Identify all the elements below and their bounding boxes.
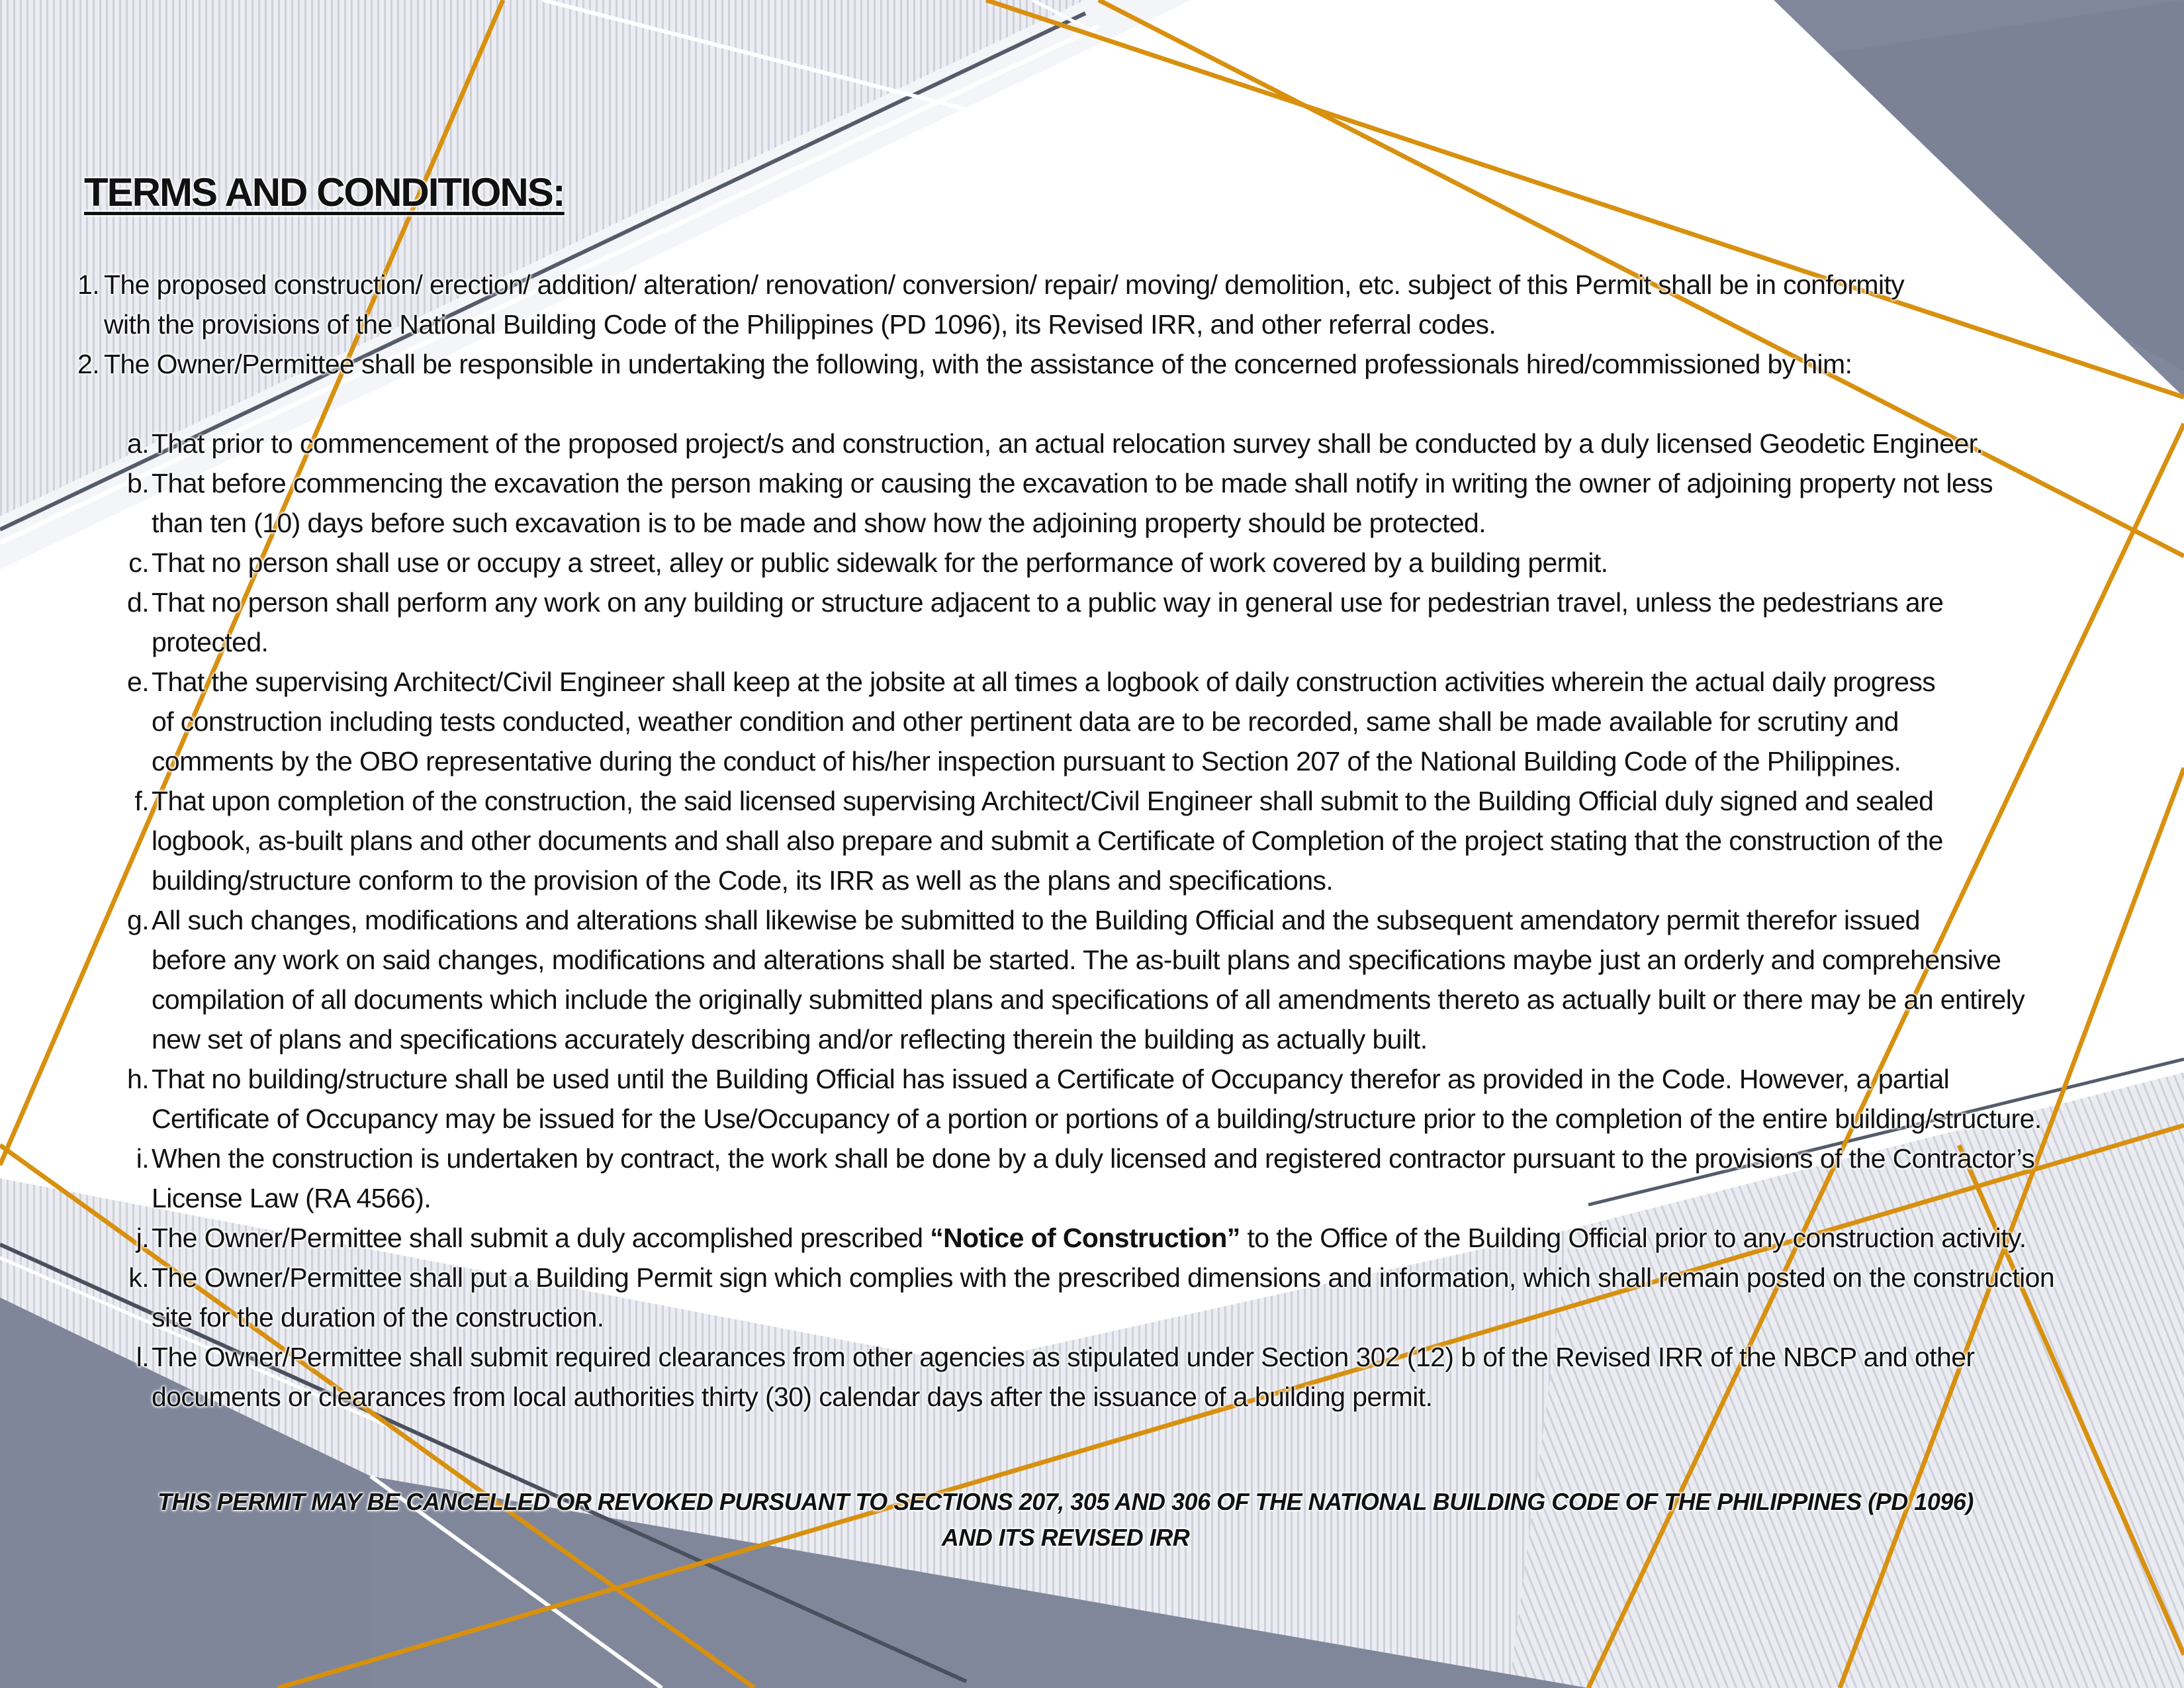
subitem-letter: c.: [128, 547, 149, 578]
subitem-text-line: That the supervising Architect/Civil Eng…: [152, 667, 1936, 697]
subitem-text-after: to the Office of the Building Official p…: [1240, 1223, 2026, 1253]
notice-line-2: AND ITS REVISED IRR: [941, 1524, 1190, 1551]
subitem-text-line: That before commencing the excavation th…: [152, 468, 1993, 498]
subitem-letter: k.: [128, 1262, 149, 1293]
item-text-line: with the provisions of the National Buil…: [104, 309, 1496, 340]
subitem-text-line: compilation of all documents which inclu…: [152, 984, 2025, 1015]
subitem-i: i. When the construction is undertaken by…: [122, 1139, 2035, 1218]
subitem-text-line: building/structure conform to the provis…: [152, 865, 1334, 896]
subitem-text-line: new set of plans and specifications accu…: [152, 1024, 1428, 1055]
subitem-d: d. That no person shall perform any work …: [122, 583, 1944, 662]
subitem-text-line: than ten (10) days before such excavatio…: [152, 508, 1486, 538]
subitem-text-line: That upon completion of the construction…: [152, 786, 1934, 816]
subitem-letter: g.: [127, 905, 150, 935]
notice-of-construction-emphasis: “Notice of Construction”: [930, 1223, 1240, 1253]
subitem-letter: a.: [127, 428, 150, 459]
subitem-h: h. That no building/structure shall be us…: [122, 1059, 2042, 1139]
subitem-text-before: The Owner/Permittee shall submit a duly …: [152, 1223, 931, 1253]
subitem-text-line: The Owner/Permittee shall submit require…: [152, 1342, 1975, 1372]
subitem-k: k. The Owner/Permittee shall put a Buildi…: [122, 1258, 2054, 1337]
subitem-text-line: License Law (RA 4566).: [152, 1183, 432, 1213]
subitem-text-line: comments by the OBO representative durin…: [152, 746, 1901, 776]
item-text-line: The proposed construction/ erection/ add…: [104, 269, 1905, 300]
subitem-text-line: The Owner/Permittee shall submit a duly …: [152, 1218, 2026, 1258]
subitem-text-line: When the construction is undertaken by c…: [152, 1143, 2035, 1174]
subitem-text-line: All such changes, modifications and alte…: [152, 905, 1921, 935]
subitem-g: g. All such changes, modifications and al…: [122, 900, 2025, 1059]
subitem-text-line: That no person shall perform any work on…: [152, 587, 1944, 618]
subitem-f: f. That upon completion of the constructi…: [122, 781, 1943, 900]
subitem-text-line: protected.: [152, 627, 269, 657]
subitem-text-line: site for the duration of the constructio…: [152, 1302, 604, 1333]
subitem-c: c. That no person shall use or occupy a s…: [122, 543, 1608, 583]
subitem-letter: j.: [136, 1223, 150, 1253]
subitem-j: j. The Owner/Permittee shall submit a dul…: [122, 1218, 2026, 1258]
item-number: 1.: [77, 269, 100, 300]
subitem-letter: h.: [127, 1064, 150, 1094]
subitem-letter: i.: [136, 1143, 150, 1174]
permit-page: TERMS AND CONDITIONS: 1. The proposed co…: [0, 0, 2184, 1688]
subitem-letter: d.: [127, 587, 150, 618]
subitem-a: a. That prior to commencement of the prop…: [122, 424, 1983, 463]
subitem-b: b. That before commencing the excavation …: [122, 463, 1993, 543]
subitem-l: l. The Owner/Permittee shall submit requi…: [122, 1337, 1975, 1417]
terms-heading: TERMS AND CONDITIONS:: [84, 170, 566, 214]
subitem-letter: l.: [136, 1342, 150, 1372]
permit-revocation-notice: THIS PERMIT MAY BE CANCELLED OR REVOKED …: [99, 1484, 2032, 1556]
subitem-text-line: That no person shall use or occupy a str…: [152, 547, 1608, 578]
subitem-letter: f.: [134, 786, 149, 816]
subitem-text-line: That prior to commencement of the propos…: [152, 428, 1983, 459]
subitem-letter: b.: [127, 468, 150, 498]
subitem-text-line: That no building/structure shall be used…: [152, 1064, 1950, 1094]
subitem-e: e. That the supervising Architect/Civil E…: [122, 662, 1936, 781]
subitem-text-line: logbook, as-built plans and other docume…: [152, 825, 1943, 856]
subitem-text-line: of construction including tests conducte…: [152, 706, 1899, 737]
subitem-text-line: Certificate of Occupancy may be issued f…: [152, 1103, 2042, 1134]
numbered-item-1: 1. The proposed construction/ erection/ …: [77, 265, 1905, 344]
subitem-letter: e.: [127, 667, 150, 697]
item-number: 2.: [77, 349, 100, 379]
subitem-text-line: The Owner/Permittee shall put a Building…: [152, 1262, 2055, 1293]
subitem-text-line: documents or clearances from local autho…: [152, 1382, 1433, 1412]
terms-document: TERMS AND CONDITIONS: 1. The proposed co…: [0, 0, 2184, 1688]
notice-line-1: THIS PERMIT MAY BE CANCELLED OR REVOKED …: [158, 1488, 1974, 1515]
subitem-text-line: before any work on said changes, modific…: [152, 945, 2001, 975]
item-text-line: The Owner/Permittee shall be responsible…: [104, 349, 1852, 379]
numbered-item-2: 2. The Owner/Permittee shall be responsi…: [77, 344, 1852, 384]
